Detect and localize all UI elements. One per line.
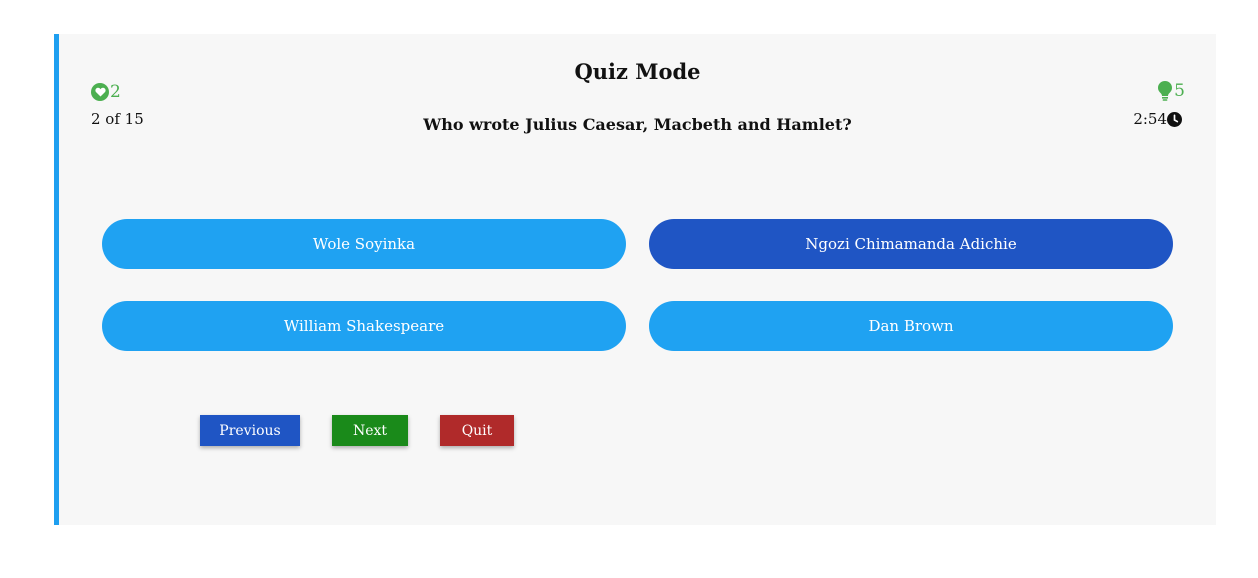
- option-button[interactable]: Wole Soyinka: [102, 219, 626, 269]
- next-button[interactable]: Next: [332, 415, 408, 446]
- question-text: Who wrote Julius Caesar, Macbeth and Ham…: [423, 115, 852, 134]
- option-button[interactable]: Ngozi Chimamanda Adichie: [649, 219, 1173, 269]
- lives-indicator: 2: [91, 82, 121, 102]
- previous-button[interactable]: Previous: [200, 415, 300, 446]
- lightbulb-icon: [1158, 81, 1173, 101]
- quit-button[interactable]: Quit: [440, 415, 514, 446]
- hints-indicator[interactable]: 5: [1158, 81, 1185, 101]
- option-button[interactable]: Dan Brown: [649, 301, 1173, 351]
- timer: 2:54: [1133, 110, 1182, 128]
- clock-icon: [1167, 111, 1182, 127]
- page-title: Quiz Mode: [574, 59, 701, 84]
- heart-icon: [91, 83, 109, 101]
- option-button[interactable]: William Shakespeare: [102, 301, 626, 351]
- answer-options: Wole Soyinka Ngozi Chimamanda Adichie Wi…: [102, 219, 1174, 351]
- hints-count: 5: [1174, 81, 1185, 101]
- quiz-panel: 2 2 of 15 Quiz Mode Who wrote Julius Cae…: [54, 34, 1216, 525]
- timer-value: 2:54: [1133, 110, 1167, 128]
- lives-count: 2: [110, 82, 121, 102]
